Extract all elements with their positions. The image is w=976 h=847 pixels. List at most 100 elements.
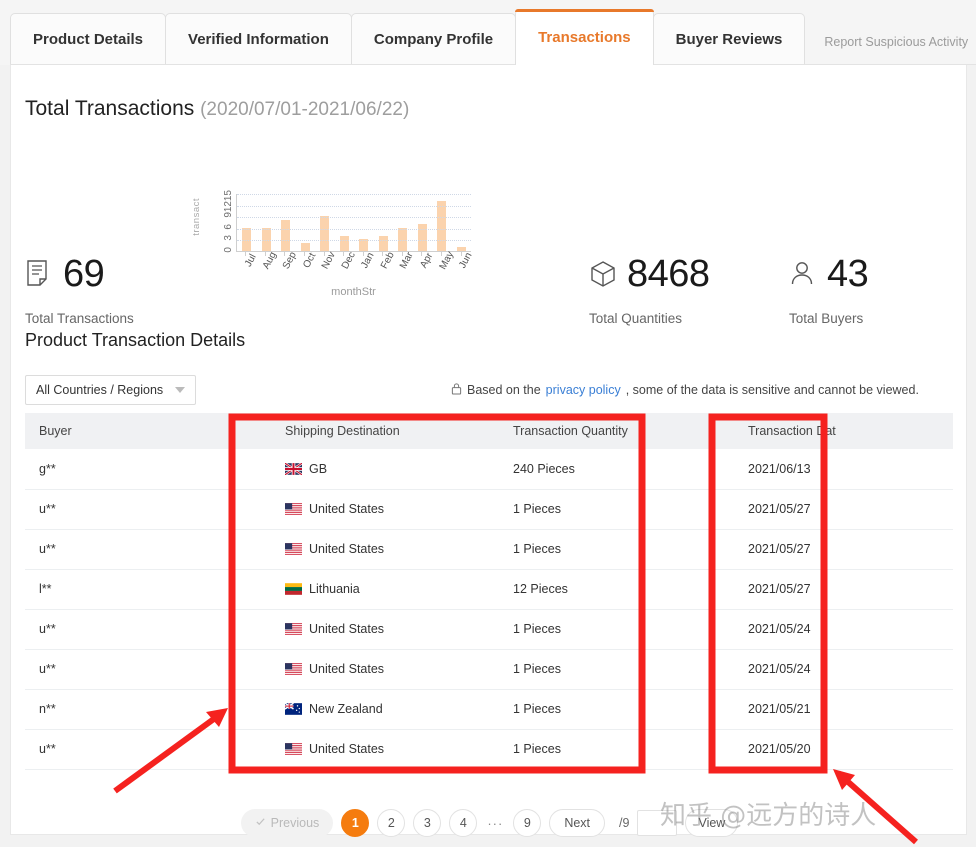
tab-product-details[interactable]: Product Details — [10, 13, 167, 65]
chevron-down-icon — [175, 387, 185, 393]
tab-label: Buyer Reviews — [675, 31, 783, 48]
cell-transaction-quantity: 240 Pieces — [499, 449, 734, 490]
check-icon — [255, 816, 266, 830]
cell-transaction-quantity: 1 Pieces — [499, 609, 734, 650]
pagination-ellipsis: ··· — [487, 815, 504, 831]
privacy-policy-link[interactable]: privacy policy — [546, 383, 621, 397]
cell-transaction-date: 2021/05/27 — [734, 489, 953, 530]
destination-label: United States — [309, 742, 385, 756]
column-header-shipping-destination: Shipping Destination — [271, 413, 499, 449]
cell-buyer: g** — [25, 449, 271, 490]
cell-buyer: u** — [25, 529, 271, 570]
pagination: Previous 1 2 3 4 ··· 9 Next /9 View — [11, 800, 968, 846]
stat-label: Total Quantities — [589, 311, 683, 326]
page-button-1[interactable]: 1 — [341, 809, 370, 837]
cell-buyer: n** — [25, 689, 271, 730]
tab-transactions[interactable]: Transactions — [515, 9, 654, 66]
page-button-2[interactable]: 2 — [377, 809, 406, 837]
stat-total-quantities: 8468 Total Quantities — [589, 255, 710, 326]
country-region-filter[interactable]: All Countries / Regions — [25, 375, 196, 405]
stat-total-buyers: 43 Total Buyers — [789, 255, 869, 326]
flag-icon-gb — [285, 462, 302, 475]
chart-y-tick: 0 — [223, 247, 234, 253]
privacy-notice: Based on the privacy policy , some of the… — [451, 382, 919, 398]
privacy-notice-prefix: Based on the — [467, 383, 541, 397]
chart-bar-slot — [276, 194, 296, 251]
stat-label: Total Buyers — [789, 311, 864, 326]
page-number-input[interactable] — [637, 810, 678, 836]
page-button-3[interactable]: 3 — [413, 809, 442, 837]
transactions-page: Product Details Verified Information Com… — [0, 0, 976, 847]
destination-label: New Zealand — [309, 702, 383, 716]
cell-buyer: u** — [25, 649, 271, 690]
column-header-buyer: Buyer — [25, 413, 271, 449]
column-header-transaction-quantity: Transaction Quantity — [499, 413, 734, 449]
destination-label: United States — [309, 542, 385, 556]
box-icon — [589, 259, 617, 289]
tab-label: Transactions — [538, 29, 631, 46]
page-button-4[interactable]: 4 — [449, 809, 478, 837]
previous-page-button[interactable]: Previous — [240, 809, 334, 837]
table-row: u** United States 1 Pieces 2021/05/20 — [25, 729, 953, 770]
flag-icon-us — [285, 743, 302, 755]
chart-bar-slot — [335, 194, 355, 251]
table-row: u** United States 1 Pieces 2021/05/27 — [25, 529, 953, 570]
chart-bar — [339, 235, 349, 251]
table-row: n** New Zealand 1 Pieces 2021/05/21 — [25, 689, 953, 730]
chart-bar — [320, 216, 330, 251]
tab-company-profile[interactable]: Company Profile — [350, 13, 517, 65]
chart-bar-slot — [257, 194, 277, 251]
chart-y-tick: 15 — [223, 190, 234, 202]
page-title-text: Total Transactions — [25, 97, 195, 120]
user-icon — [789, 259, 817, 289]
chart-y-tick: 9 — [223, 212, 234, 218]
destination-label: GB — [309, 461, 328, 476]
cell-transaction-date: 2021/05/27 — [734, 569, 953, 610]
cell-buyer: u** — [25, 489, 271, 530]
table-row: u** United States 1 Pieces 2021/05/24 — [25, 649, 953, 690]
chart-bar-slot — [315, 194, 335, 251]
tab-label: Company Profile — [373, 31, 494, 48]
transactions-table: Buyer Shipping Destination Transaction Q… — [25, 413, 953, 770]
next-page-button[interactable]: Next — [549, 809, 606, 837]
destination-label: United States — [309, 662, 385, 676]
tab-verified-information[interactable]: Verified Information — [165, 13, 352, 65]
country-region-filter-value: All Countries / Regions — [36, 383, 164, 397]
stat-label: Total Transactions — [25, 311, 134, 326]
chart-y-tick: 6 — [223, 223, 234, 230]
chart-y-tick-labels: 15 12 9 6 3 0 — [218, 190, 234, 255]
cell-shipping-destination: United States — [271, 649, 499, 690]
chart-gridline — [237, 240, 471, 242]
cell-shipping-destination: United States — [271, 609, 499, 650]
column-header-transaction-date: Transaction Dat — [734, 413, 953, 449]
table-row: g** GB 240 Pieces 2021/06/13 — [25, 449, 953, 490]
flag-icon-lt — [285, 583, 302, 595]
cell-buyer: u** — [25, 729, 271, 770]
table-row: l** Lithuania 12 Pieces 2021/05/27 — [25, 569, 953, 610]
stat-value: 8468 — [627, 253, 710, 295]
cell-transaction-quantity: 1 Pieces — [499, 489, 734, 530]
cell-transaction-date: 2021/05/21 — [734, 689, 953, 730]
cell-transaction-date: 2021/05/20 — [734, 729, 953, 770]
transactions-card: Total Transactions (2020/07/01-2021/06/2… — [10, 65, 967, 837]
stat-total-transactions: 69 Total Transactions — [25, 255, 134, 326]
chart-bar-slot — [413, 194, 433, 251]
report-suspicious-activity-link[interactable]: Report Suspicious Activity — [824, 35, 968, 49]
cell-transaction-quantity: 1 Pieces — [499, 729, 734, 770]
details-heading: Product Transaction Details — [25, 330, 246, 350]
tab-label: Verified Information — [188, 31, 329, 48]
chart-y-axis-title: transact — [191, 198, 202, 236]
monthly-transactions-chart: transact 15 12 9 6 3 0 Jul Aug Sep Oct Nov Dec Jan F… — [191, 190, 491, 320]
chart-y-tick: 12 — [223, 200, 234, 212]
chart-bar-slot — [432, 194, 452, 251]
cell-transaction-quantity: 1 Pieces — [499, 649, 734, 690]
cell-transaction-quantity: 1 Pieces — [499, 529, 734, 570]
tab-buyer-reviews[interactable]: Buyer Reviews — [652, 13, 806, 65]
cell-shipping-destination: United States — [271, 489, 499, 530]
page-button-last[interactable]: 9 — [513, 809, 542, 837]
flag-icon-us — [285, 623, 302, 635]
chart-gridline — [237, 194, 471, 195]
chart-bar — [281, 220, 291, 251]
view-page-button[interactable]: View — [685, 809, 739, 837]
cell-shipping-destination: United States — [271, 729, 499, 770]
